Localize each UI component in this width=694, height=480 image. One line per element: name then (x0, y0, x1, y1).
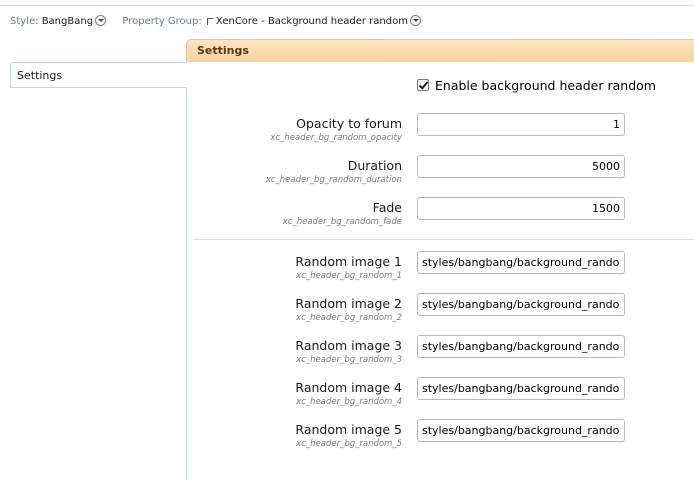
field-label: Duration (347, 158, 402, 173)
field-key: xc_header_bg_random_5 (296, 439, 402, 449)
settings-header-title: Settings (197, 44, 249, 57)
section-divider (193, 239, 694, 240)
random-image-1-input[interactable] (417, 251, 625, 274)
random-image-4-input[interactable] (417, 377, 625, 400)
style-label: Style: (10, 16, 39, 27)
tree-branch-icon (206, 18, 213, 25)
chevron-down-icon[interactable] (95, 15, 107, 26)
duration-input[interactable] (417, 155, 625, 178)
field-label: Random image 3 (295, 338, 402, 353)
sidebar-tab-label: Settings (17, 69, 63, 82)
property-group-label: Property Group: (122, 16, 202, 27)
field-key: xc_header_bg_random_1 (296, 271, 402, 281)
form-row-random-image-2: Random image 2 xc_header_bg_random_2 (190, 293, 694, 329)
field-key: xc_header_bg_random_opacity (270, 133, 402, 143)
opacity-input[interactable] (417, 113, 625, 136)
form-row-random-image-5: Random image 5 xc_header_bg_random_5 (190, 419, 694, 455)
field-label: Fade (372, 200, 402, 215)
property-group-selector[interactable]: XenCore - Background header random (205, 15, 421, 27)
field-label: Random image 2 (295, 296, 402, 311)
style-value: BangBang (41, 16, 94, 27)
enable-random-label: Enable background header random (435, 78, 656, 93)
form-row-random-image-4: Random image 4 xc_header_bg_random_4 (190, 377, 694, 413)
random-image-3-input[interactable] (417, 335, 625, 358)
random-image-5-input[interactable] (417, 419, 625, 442)
settings-header-bar: Settings (186, 39, 694, 62)
enable-random-checkbox[interactable] (417, 79, 429, 91)
field-label: Random image 1 (295, 254, 402, 269)
field-key: xc_header_bg_random_fade (282, 217, 402, 227)
sidebar-divider (186, 88, 187, 480)
top-divider (0, 5, 694, 6)
property-group-value: XenCore - Background header random (215, 16, 408, 27)
random-image-2-input[interactable] (417, 293, 625, 316)
field-key: xc_header_bg_random_3 (296, 355, 402, 365)
form-row-fade: Fade xc_header_bg_random_fade (190, 197, 694, 233)
style-properties-page: Style: BangBang Property Group: XenCore … (0, 0, 694, 480)
selector-bar: Style: BangBang Property Group: XenCore … (10, 12, 421, 32)
form-row-random-image-3: Random image 3 xc_header_bg_random_3 (190, 335, 694, 371)
field-label: Opacity to forum (296, 116, 402, 131)
sidebar-tab-settings[interactable]: Settings (10, 62, 187, 88)
field-key: xc_header_bg_random_4 (296, 397, 402, 407)
form-row-random-image-1: Random image 1 xc_header_bg_random_1 (190, 251, 694, 287)
form-row-duration: Duration xc_header_bg_random_duration (190, 155, 694, 191)
field-label: Random image 4 (295, 380, 402, 395)
field-key: xc_header_bg_random_duration (265, 175, 402, 185)
enable-random-option[interactable]: Enable background header random (417, 77, 656, 95)
style-selector[interactable]: BangBang (41, 15, 110, 27)
chevron-down-icon[interactable] (409, 15, 421, 26)
field-key: xc_header_bg_random_2 (296, 313, 402, 323)
form-row-opacity: Opacity to forum xc_header_bg_random_opa… (190, 113, 694, 149)
field-label: Random image 5 (295, 422, 402, 437)
fade-input[interactable] (417, 197, 625, 220)
